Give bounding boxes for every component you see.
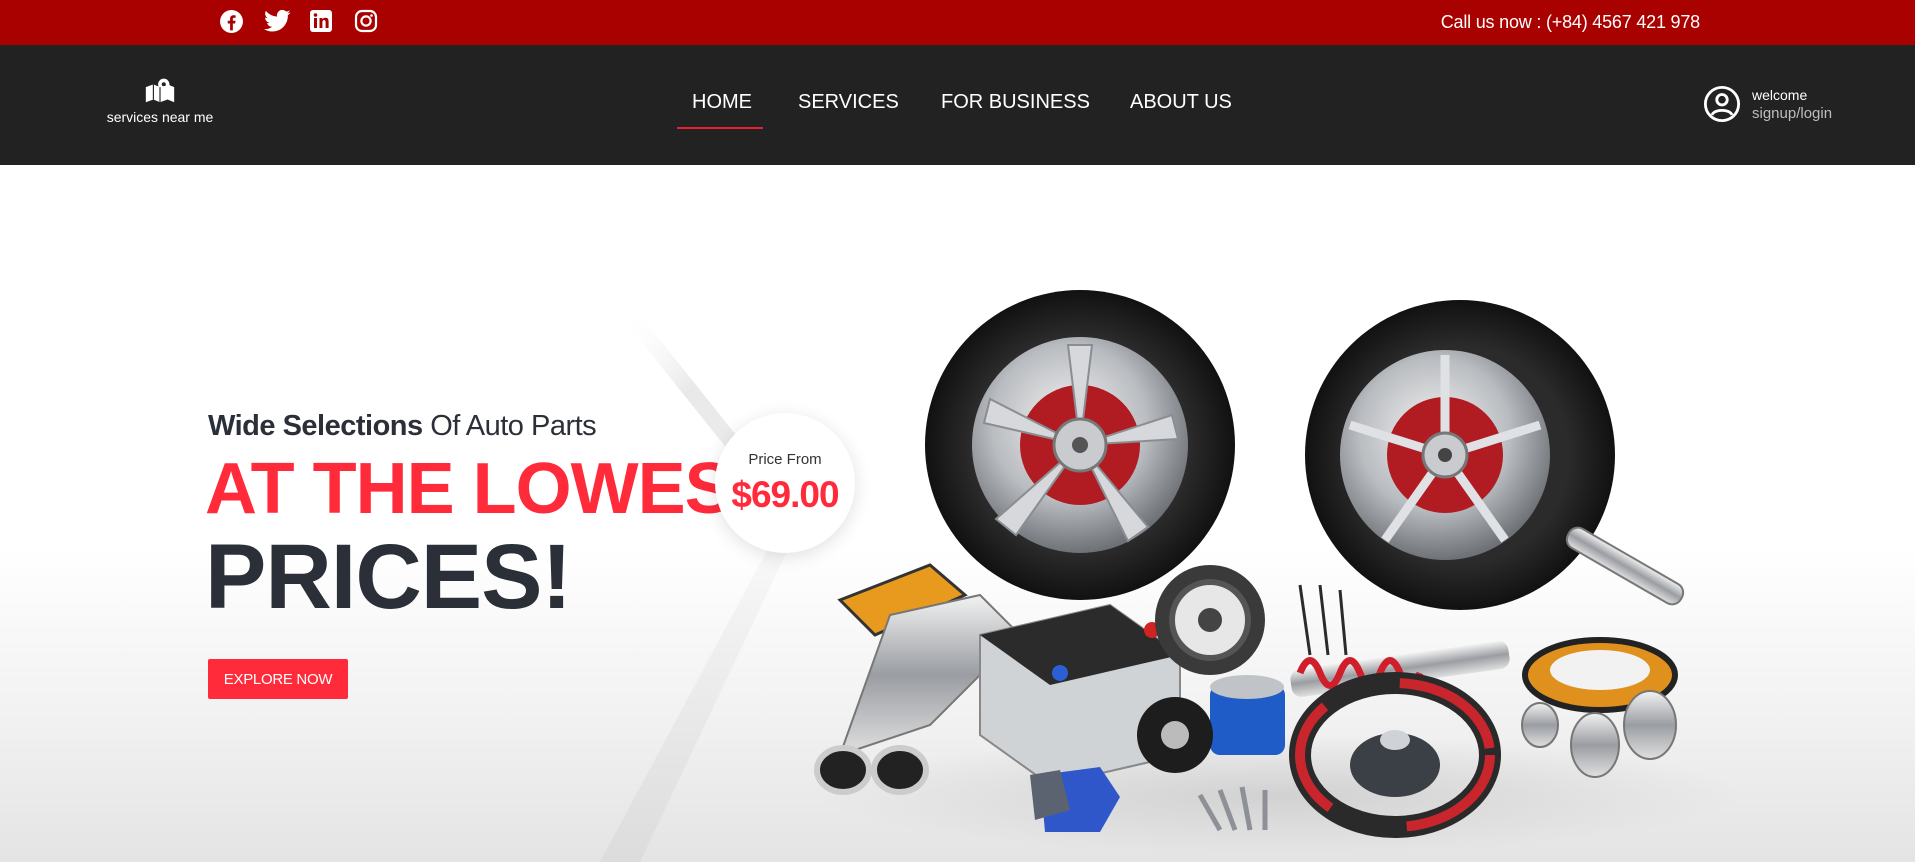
facebook-icon[interactable] xyxy=(219,9,244,39)
hero-subtitle: Wide Selections Of Auto Parts xyxy=(208,410,597,442)
instagram-icon[interactable] xyxy=(354,9,378,38)
explore-now-button[interactable]: EXPLORE NOW xyxy=(208,659,348,699)
nav-item-services[interactable]: SERVICES xyxy=(798,91,899,114)
hero-headline-dark: PRICES! xyxy=(205,526,572,628)
account-link[interactable]: welcome signup/login xyxy=(1703,85,1832,123)
nav-item-about-us[interactable]: ABOUT US xyxy=(1130,91,1232,114)
call-us-text: Call us now : (+84) 4567 421 978 xyxy=(1440,12,1700,32)
hero-headline-red: AT THE LOWEST xyxy=(205,449,776,529)
main-menu: HOME SERVICES FOR BUSINESS ABOUT US xyxy=(0,91,1915,131)
linkedin-icon[interactable] xyxy=(309,9,333,38)
active-nav-underline xyxy=(677,127,763,129)
welcome-text: welcome xyxy=(1752,86,1808,103)
nav-item-home[interactable]: HOME xyxy=(692,91,752,114)
twitter-icon[interactable] xyxy=(264,9,291,38)
signup-login-link[interactable]: signup/login xyxy=(1752,104,1832,123)
user-icon xyxy=(1703,85,1741,123)
main-navbar: services near me HOME SERVICES FOR BUSIN… xyxy=(0,45,1915,165)
nav-item-for-business[interactable]: FOR BUSINESS xyxy=(941,91,1090,114)
auto-parts-image xyxy=(814,290,1740,855)
top-bar: Call us now : (+84) 4567 421 978 xyxy=(0,0,1915,45)
hero-banner: Wide Selections Of Auto Parts AT THE LOW… xyxy=(0,165,1915,862)
